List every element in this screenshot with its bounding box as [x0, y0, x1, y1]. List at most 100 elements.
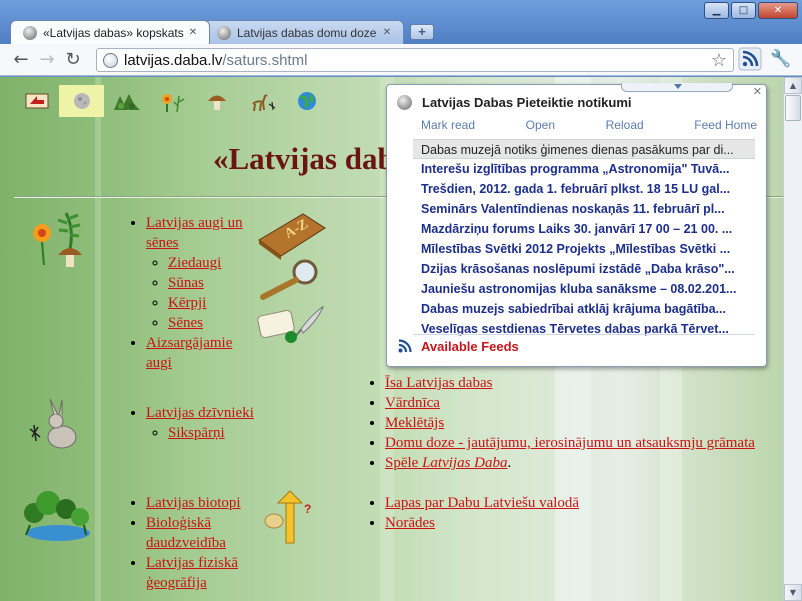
close-window-button[interactable]: ✕ — [758, 2, 798, 19]
rss-icon — [398, 339, 412, 353]
link-senes[interactable]: Sēnes — [168, 315, 203, 331]
globe-icon — [103, 52, 118, 68]
background-stripe — [95, 77, 101, 601]
available-feeds-link[interactable]: Available Feeds — [421, 339, 519, 354]
magnifier-icon — [260, 259, 318, 300]
url-host: latvijas.daba.lv — [124, 51, 223, 69]
scroll-up-button[interactable]: ▲ — [784, 77, 802, 94]
plants-links-list: Latvijas augi un sēnes Ziedaugi Sūnas Kē… — [146, 213, 256, 373]
new-tab-button[interactable]: + — [410, 24, 434, 40]
nav-deer-icon[interactable] — [239, 85, 284, 117]
reload-link[interactable]: Reload — [606, 118, 644, 132]
scroll-thumb[interactable] — [785, 95, 801, 121]
window-controls: ▁ □ ✕ — [704, 2, 798, 19]
open-link[interactable]: Open — [526, 118, 555, 132]
feed-item[interactable]: Mazdārziņu forums Laiks 30. janvārī 17 0… — [413, 219, 755, 239]
address-bar[interactable]: latvijas.daba.lv/saturs.shtml ☆ — [96, 48, 734, 72]
tab-title: «Latvijas dabas» kopskats — [43, 25, 184, 40]
list-item: Ziedaugi — [168, 253, 256, 273]
link-norades[interactable]: Norādes — [385, 515, 435, 531]
link-vardnica[interactable]: Vārdnīca — [385, 395, 440, 411]
list-item: Sikspārņi — [168, 423, 256, 443]
list-item: Latvijas fiziskā ģeogrāfija — [146, 553, 256, 593]
nav-mushroom-icon[interactable] — [194, 85, 239, 117]
tab-kopskats[interactable]: «Latvijas dabas» kopskats ✕ — [10, 20, 210, 44]
rabbit-icon — [29, 398, 77, 449]
feed-favicon-icon — [397, 95, 412, 110]
plants-sublist: Ziedaugi Sūnas Kērpji Sēnes — [146, 253, 256, 333]
popup-header: Latvijas Dabas Pieteiktie notikumi — [397, 95, 632, 110]
list-item: Vārdnīca — [385, 393, 775, 413]
popup-close-icon[interactable]: ✕ — [753, 85, 762, 98]
feed-home-link[interactable]: Feed Home — [694, 118, 757, 132]
tab-strip: «Latvijas dabas» kopskats ✕ Latvijas dab… — [10, 17, 434, 44]
maximize-button[interactable]: □ — [731, 2, 756, 19]
nav-flowers-icon[interactable] — [149, 85, 194, 117]
link-biotopi[interactable]: Latvijas biotopi — [146, 495, 241, 511]
feed-item[interactable]: Interešu izglītības programma „Astronomi… — [413, 159, 755, 179]
list-item: Lapas par Dabu Latviešu valodā — [385, 493, 775, 513]
feed-item[interactable]: Mīlestības Svētki 2012 Projekts „Mīlestī… — [413, 239, 755, 259]
popup-actions: Mark read Open Reload Feed Home — [421, 118, 757, 132]
link-spele[interactable]: Spēle Latvijas Daba — [385, 455, 508, 471]
mark-read-link[interactable]: Mark read — [421, 118, 475, 132]
popup-drag-handle[interactable] — [621, 83, 733, 92]
feed-items-list: Dabas muzejā notiks ģimenes dienas pasāk… — [413, 139, 755, 339]
link-domu-doze[interactable]: Domu doze - jautājumu, ierosinājumu un a… — [385, 435, 755, 451]
feed-item[interactable]: Dabas muzejs sabiedrībai atklāj krājuma … — [413, 299, 755, 319]
dictionary-book-icon: A-Z — [258, 213, 326, 260]
feed-item[interactable]: Trešdien, 2012. gada 1. februārī plkst. … — [413, 179, 755, 199]
forward-button[interactable]: → — [34, 47, 60, 73]
nav-back-icon[interactable] — [14, 85, 59, 117]
link-dzivnieki[interactable]: Latvijas dzīvnieki — [146, 405, 254, 421]
link-fiziska-geografija[interactable]: Latvijas fiziskā ģeogrāfija — [146, 555, 238, 591]
feed-item[interactable]: Jauniešu astronomijas kluba sanāksme – 0… — [413, 279, 755, 299]
nav-globe-icon[interactable] — [284, 85, 329, 117]
feed-popup: ✕ Latvijas Dabas Pieteiktie notikumi Mar… — [386, 83, 767, 367]
link-augi-un-senes[interactable]: Latvijas augi un sēnes — [146, 215, 243, 251]
reload-button[interactable]: ↻ — [60, 47, 86, 73]
scroll-down-button[interactable]: ▼ — [784, 584, 802, 601]
game-name: Latvijas Daba — [422, 455, 508, 471]
rss-feed-icon[interactable] — [738, 47, 762, 71]
vertical-scrollbar[interactable]: ▲ ▼ — [783, 77, 802, 601]
link-ziedaugi[interactable]: Ziedaugi — [168, 255, 221, 271]
minimize-button[interactable]: ▁ — [704, 2, 729, 19]
link-aizsargajamie-augi[interactable]: Aizsargājamie augi — [146, 335, 232, 371]
game-prefix: Spēle — [385, 455, 423, 471]
link-lapas-par-dabu[interactable]: Lapas par Dabu Latviešu valodā — [385, 495, 579, 511]
link-sikspatni[interactable]: Sikspārņi — [168, 425, 225, 441]
feed-item[interactable]: Seminārs Valentīndienas noskaņās 11. feb… — [413, 199, 755, 219]
feed-item[interactable]: Veselīgas sestdienas Tērvetes dabas park… — [413, 319, 755, 339]
wrench-menu-icon[interactable]: 🔧 — [770, 49, 791, 69]
icon-navigation — [14, 85, 329, 117]
feed-item[interactable]: Dabas muzejā notiks ģimenes dienas pasāk… — [413, 139, 755, 159]
tab-domu-doze[interactable]: Latvijas dabas domu doze ✕ — [204, 20, 404, 44]
tab-close-icon[interactable]: ✕ — [187, 27, 199, 39]
popup-title: Latvijas Dabas Pieteiktie notikumi — [422, 95, 632, 110]
link-biologiska-daudzveidiba[interactable]: Bioloģiskā daudzveidība — [146, 515, 226, 551]
list-item: Sūnas — [168, 273, 256, 293]
back-button[interactable]: ← — [8, 47, 34, 73]
list-item: Aizsargājamie augi — [146, 333, 256, 373]
nav-moon-icon[interactable] — [59, 85, 104, 117]
animals-links-list: Latvijas dzīvnieki Sikspārņi — [146, 403, 256, 443]
site-favicon-icon — [23, 25, 37, 40]
link-kerpji[interactable]: Kērpji — [168, 295, 206, 311]
game-suffix: . — [507, 455, 512, 471]
tab-title: Latvijas dabas domu doze — [237, 25, 377, 40]
link-mekletajs[interactable]: Meklētājs — [385, 415, 444, 431]
flower-mushroom-icon — [33, 212, 82, 267]
list-item: Norādes — [385, 513, 775, 533]
link-sunas[interactable]: Sūnas — [168, 275, 204, 291]
feed-item[interactable]: Dzijas krāsošanas noslēpumi izstādē „Dab… — [413, 259, 755, 279]
list-item: Īsa Latvijas dabas — [385, 373, 775, 393]
site-favicon-icon — [217, 25, 231, 40]
bookmark-star-icon[interactable]: ☆ — [711, 50, 727, 71]
tab-close-icon[interactable]: ✕ — [381, 27, 393, 39]
nav-landscape-icon[interactable] — [104, 85, 149, 117]
question-signpost-icon: ? — [264, 490, 311, 544]
animals-sublist: Sikspārņi — [146, 423, 256, 443]
link-isa-latvijas-dabas[interactable]: Īsa Latvijas dabas — [385, 375, 492, 391]
svg-text:?: ? — [304, 502, 311, 516]
